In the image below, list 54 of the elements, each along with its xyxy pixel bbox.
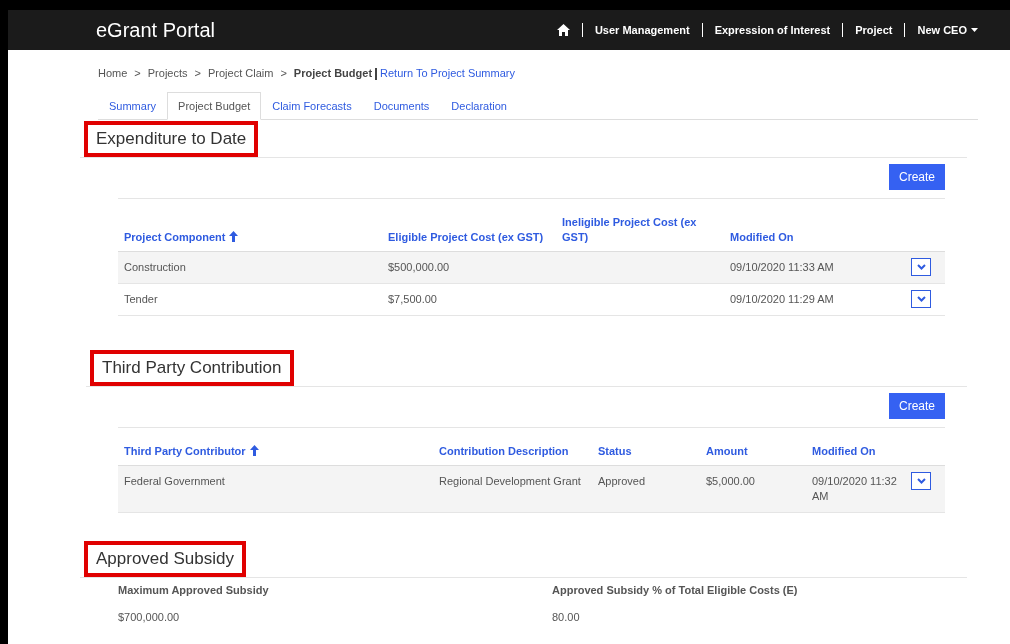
table-cell: Construction <box>118 252 382 284</box>
row-menu-button[interactable] <box>911 290 931 308</box>
table-cell: Federal Government <box>118 466 433 513</box>
nav-link[interactable]: User Management <box>594 21 690 39</box>
row-menu-button[interactable] <box>911 258 931 276</box>
tab[interactable]: Declaration <box>440 92 518 120</box>
tab[interactable]: Documents <box>362 92 441 120</box>
section-heading: Expenditure to Date <box>84 121 259 157</box>
breadcrumb-link[interactable]: Home <box>98 65 128 82</box>
nav-link[interactable]: Project <box>855 21 893 39</box>
home-icon[interactable] <box>556 24 570 36</box>
caret-icon <box>971 28 978 32</box>
column-header[interactable]: Status <box>598 444 632 459</box>
chevron-down-icon <box>916 264 926 270</box>
app-title[interactable]: eGrant Portal <box>96 15 557 45</box>
table-cell: 09/10/2020 11:33 AM <box>724 252 905 284</box>
field-value: $700,000.00 <box>118 609 181 625</box>
section-heading: Approved Subsidy <box>84 541 246 577</box>
breadcrumb-link[interactable]: Project Claim <box>207 65 274 82</box>
breadcrumb-current: Project Budget <box>293 66 373 82</box>
row-menu-button[interactable] <box>911 472 931 490</box>
breadcrumb-link[interactable]: Projects <box>147 65 188 82</box>
column-header[interactable]: Modified On <box>730 230 794 245</box>
nav-link[interactable]: Expression of Interest <box>714 21 831 39</box>
create-button[interactable]: Create <box>888 393 945 419</box>
tab[interactable]: Claim Forecasts <box>261 92 363 120</box>
sort-arrow-icon <box>229 231 239 242</box>
column-header[interactable]: Ineligible Project Cost (ex GST) <box>562 215 718 245</box>
return-link[interactable]: Return To Project Summary <box>380 65 515 82</box>
breadcrumb-separator: > <box>134 66 141 82</box>
breadcrumb-separator: > <box>194 66 201 82</box>
breadcrumb-separator: > <box>280 66 287 82</box>
field-label: Approved Subsidy % of Total Eligible Costs (E) <box>552 583 799 598</box>
column-header[interactable]: Amount <box>706 444 748 459</box>
column-header[interactable]: Modified On <box>812 444 876 459</box>
sort-arrow-icon <box>249 445 259 456</box>
table-cell: 09/10/2020 11:32 AM <box>806 466 905 513</box>
chevron-down-icon <box>916 478 926 484</box>
chevron-down-icon <box>916 296 926 302</box>
section-heading: Third Party Contribution <box>90 350 294 386</box>
table-cell: Approved <box>592 466 700 513</box>
table-cell: Regional Development Grant <box>433 466 592 513</box>
column-header[interactable]: Eligible Project Cost (ex GST) <box>388 230 544 245</box>
tab[interactable]: Summary <box>98 92 168 120</box>
column-header[interactable]: Third Party Contributor <box>124 444 259 459</box>
create-button[interactable]: Create <box>888 164 945 190</box>
column-header[interactable]: Project Component <box>124 230 239 245</box>
column-header[interactable]: Contribution Description <box>439 444 569 459</box>
user-menu[interactable]: New CEO <box>917 21 978 39</box>
field-value: 80.00 <box>552 609 581 625</box>
table-cell: $5,000.00 <box>700 466 806 513</box>
field-label: Maximum Approved Subsidy <box>118 583 270 598</box>
table-cell: $500,000.00 <box>382 252 556 284</box>
tab[interactable]: Project Budget <box>167 92 262 120</box>
